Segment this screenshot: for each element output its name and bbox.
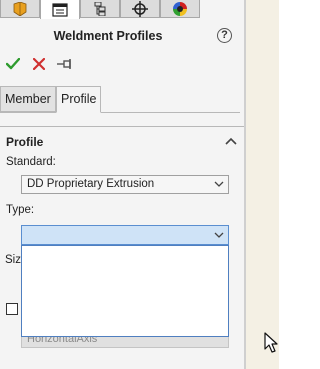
configuration-manager-icon — [94, 1, 106, 16]
chevron-up-icon — [225, 137, 237, 145]
tab-configuration-manager[interactable] — [80, 0, 120, 18]
option-checkbox[interactable] — [6, 303, 18, 315]
tab-profile[interactable]: Profile — [56, 86, 102, 113]
cancel-button[interactable] — [30, 55, 48, 73]
weldment-icon — [13, 1, 27, 16]
tab-property-manager[interactable] — [40, 0, 80, 19]
profile-section-title: Profile — [6, 135, 44, 149]
ok-button[interactable] — [4, 55, 22, 73]
panel-title: Weldment Profiles — [53, 29, 163, 43]
property-manager-icon — [52, 2, 68, 17]
standard-value: DD Proprietary Extrusion — [27, 178, 155, 190]
subtab-bar: Member Profile — [0, 86, 240, 113]
tab-dimxpert[interactable] — [120, 0, 160, 18]
standard-label: Standard: — [6, 156, 56, 168]
graphics-area[interactable] — [246, 0, 279, 369]
pushpin-icon — [57, 59, 71, 69]
pin-button[interactable] — [56, 55, 74, 73]
type-label: Type: — [6, 204, 35, 216]
section-divider — [0, 126, 244, 127]
tab-appearance[interactable] — [160, 0, 200, 18]
chevron-down-icon — [214, 181, 224, 187]
collapse-button[interactable] — [224, 134, 238, 148]
property-manager-tabs — [0, 0, 240, 19]
weldment-profiles-panel: Weldment Profiles ? Member Profile Profi… — [0, 0, 246, 369]
mouse-cursor-icon — [264, 332, 278, 353]
type-dropdown-list[interactable] — [21, 245, 229, 337]
appearance-icon — [173, 1, 187, 16]
size-label: Siz — [5, 254, 21, 266]
dimxpert-icon — [132, 0, 148, 17]
x-icon — [33, 58, 45, 70]
tab-weldment[interactable] — [0, 0, 40, 18]
chevron-down-icon — [214, 232, 224, 238]
help-icon[interactable]: ? — [217, 28, 232, 43]
standard-select[interactable]: DD Proprietary Extrusion — [21, 175, 229, 194]
type-select[interactable] — [21, 225, 229, 245]
tab-member[interactable]: Member — [0, 86, 56, 112]
checkmark-icon — [6, 58, 20, 70]
